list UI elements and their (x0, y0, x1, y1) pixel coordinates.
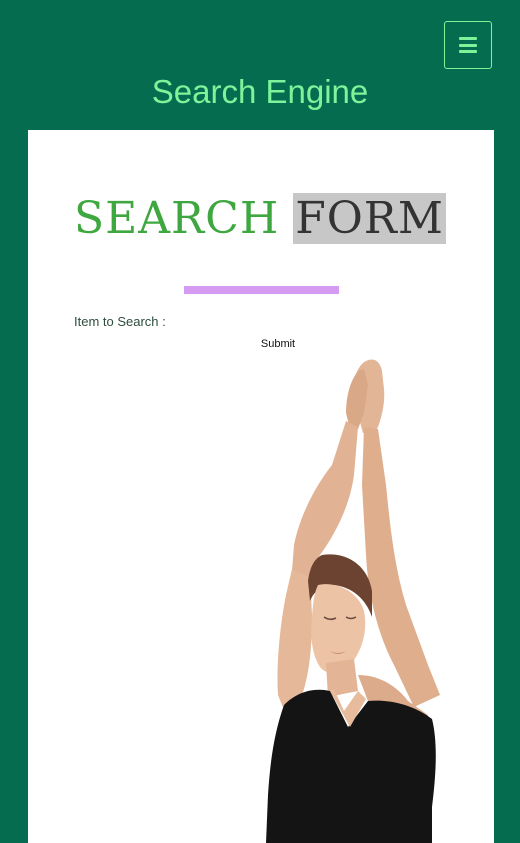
site-title: Search Engine (151, 73, 369, 110)
form-heading-form: FORM (293, 193, 446, 244)
form-heading: SEARCH FORM (74, 190, 446, 248)
heading-divider (184, 286, 339, 294)
search-field-label: Item to Search : (74, 314, 166, 329)
page-frame: Search Engine SEARCH FORM Item to Search… (0, 0, 520, 843)
menu-toggle-button[interactable] (444, 21, 492, 69)
content-panel: SEARCH FORM Item to Search : Submit (28, 130, 494, 843)
hamburger-menu-icon (459, 36, 477, 54)
form-heading-search: SEARCH (74, 193, 280, 244)
submit-button[interactable]: Submit (252, 335, 304, 353)
woman-stretching-photo (266, 359, 440, 843)
